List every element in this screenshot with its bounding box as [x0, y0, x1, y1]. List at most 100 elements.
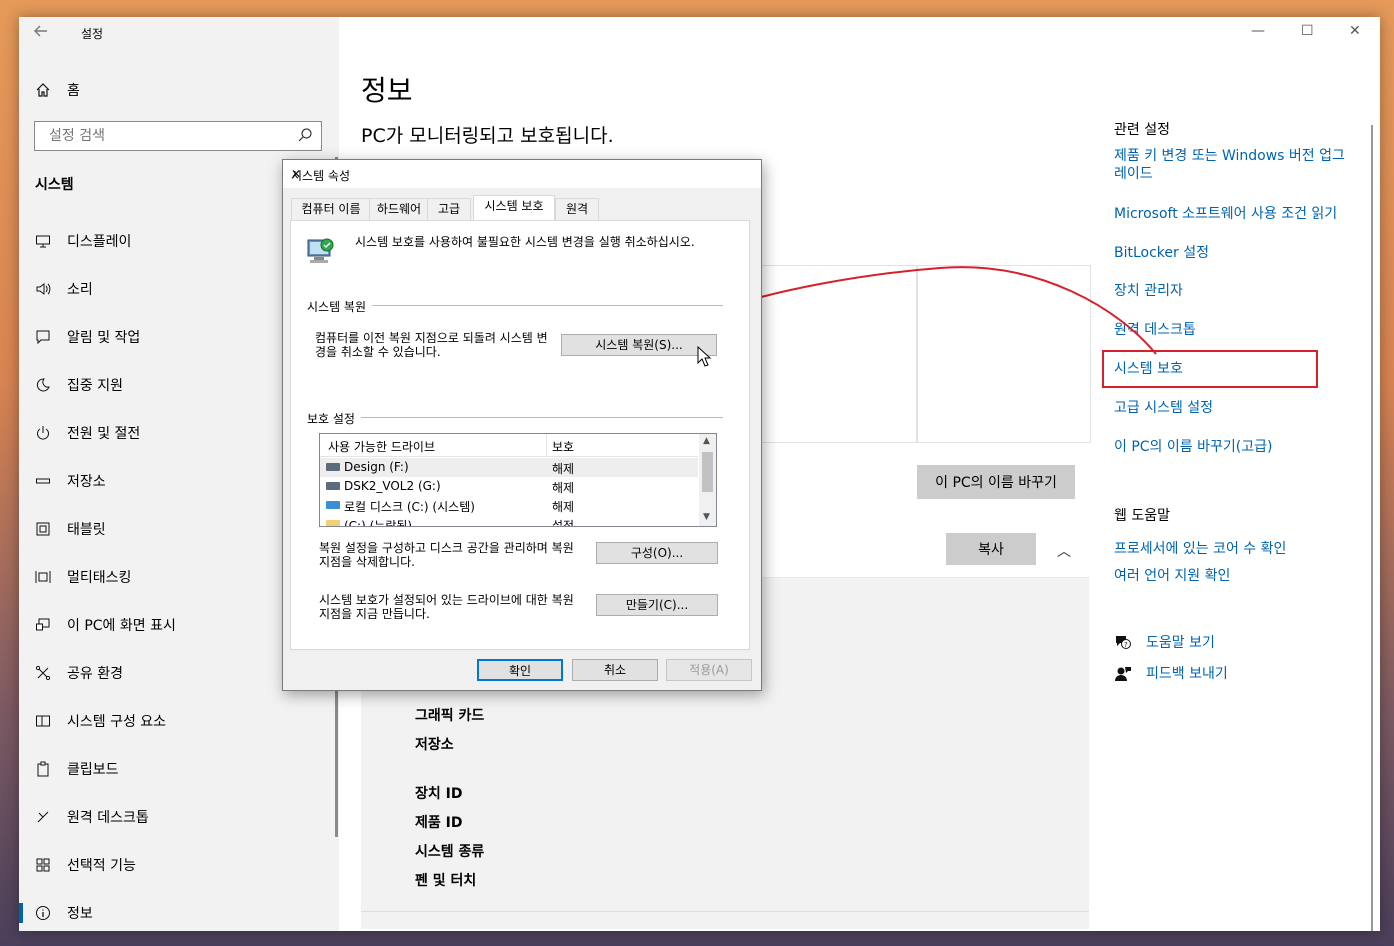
home-label: 홈 [67, 83, 80, 99]
sidebar-item-optional-features[interactable]: 선택적 기능 [19, 841, 339, 889]
power-icon [33, 423, 53, 443]
drives-list[interactable]: 사용 가능한 드라이브 보호 Design (F:) 해제 DSK2_VOL2 … [319, 433, 717, 527]
list-item[interactable]: DSK2_VOL2 (G:) 해제 [320, 477, 698, 496]
protection-group-title: 보호 설정 [307, 410, 361, 427]
sidebar-item-label: 디스플레이 [67, 234, 132, 250]
display-icon [33, 231, 53, 251]
drive-status: 해제 [552, 500, 575, 514]
main-scrollbar[interactable] [1371, 125, 1373, 931]
sidebar-item-label: 저장소 [67, 474, 106, 490]
feedback-icon [1114, 665, 1132, 687]
system-drive-icon [326, 501, 340, 509]
share-icon [33, 663, 53, 683]
list-item[interactable]: (C:) (누락됨) 설정 [320, 515, 698, 527]
web-help-heading: 웹 도움말 [1114, 508, 1170, 524]
configure-button[interactable]: 구성(O)... [596, 542, 718, 564]
tab-computer-name[interactable]: 컴퓨터 이름 [291, 198, 371, 220]
system-restore-button[interactable]: 시스템 복원(S)... [561, 334, 717, 356]
spec-label: 저장소 [415, 737, 454, 753]
remote-desktop-icon [33, 807, 53, 827]
section-header: 시스템 [35, 177, 74, 193]
close-icon[interactable]: ✕ [291, 167, 751, 181]
tab-remote[interactable]: 원격 [555, 198, 599, 220]
search-box[interactable] [34, 121, 322, 151]
divider [361, 911, 1089, 912]
sidebar-item-about[interactable]: 정보 [19, 889, 339, 931]
spec-label: 제품 ID [415, 815, 463, 831]
feedback-link[interactable]: 피드백 보내기 [1146, 665, 1228, 683]
components-icon [33, 711, 53, 731]
chevron-up-icon[interactable]: ︿ [1057, 541, 1071, 561]
spec-label: 시스템 종류 [415, 844, 485, 860]
system-restore-icon [305, 235, 337, 267]
storage-icon [33, 471, 53, 491]
divider [309, 417, 723, 418]
create-button[interactable]: 만들기(C)... [596, 594, 718, 616]
scroll-thumb[interactable] [702, 452, 713, 492]
sidebar-item-label: 클립보드 [67, 762, 119, 778]
configure-text: 복원 설정을 구성하고 디스크 공간을 관리하며 복원 지점을 삭제합니다. [319, 541, 574, 569]
web-help-link[interactable]: 프로세서에 있는 코어 수 확인 [1114, 540, 1286, 558]
list-item[interactable]: Design (F:) 해제 [320, 458, 698, 477]
back-arrow-icon[interactable] [33, 23, 53, 43]
dialog-titlebar: 시스템 속성 ✕ [283, 160, 761, 188]
related-link[interactable]: Microsoft 소프트웨어 사용 조건 읽기 [1114, 205, 1337, 223]
sidebar-item-home[interactable]: 홈 [33, 79, 80, 101]
drive-name: 로컬 디스크 (C:) (시스템) [344, 500, 475, 514]
ok-button[interactable]: 확인 [477, 659, 563, 681]
list-item[interactable]: 로컬 디스크 (C:) (시스템) 해제 [320, 496, 698, 515]
drive-status: 설정 [552, 519, 575, 527]
maximize-button[interactable]: ☐ [1301, 23, 1314, 39]
help-icon: ? [1114, 633, 1132, 655]
drive-status: 해제 [552, 481, 575, 495]
folder-icon [326, 520, 340, 526]
column-separator [546, 434, 547, 456]
search-icon[interactable] [297, 127, 313, 143]
rename-pc-button[interactable]: 이 PC의 이름 바꾸기 [917, 465, 1075, 499]
sidebar-item-remote-desktop[interactable]: 원격 데스크톱 [19, 793, 339, 841]
sidebar-item-label: 선택적 기능 [67, 858, 136, 874]
tab-advanced[interactable]: 고급 [427, 198, 471, 220]
home-icon [33, 80, 53, 100]
web-help-link[interactable]: 여러 언어 지원 확인 [1114, 567, 1230, 585]
apply-button[interactable]: 적용(A) [666, 659, 752, 681]
column-header[interactable]: 사용 가능한 드라이브 [328, 438, 435, 455]
search-input[interactable] [47, 122, 291, 150]
cancel-button[interactable]: 취소 [572, 659, 658, 681]
restore-text: 컴퓨터를 이전 복원 지점으로 되돌려 시스템 변경을 취소할 수 있습니다. [315, 331, 548, 359]
tablet-icon [33, 519, 53, 539]
annotation-arrow-icon [721, 266, 1157, 355]
drive-icon [326, 482, 340, 490]
spec-label: 그래픽 카드 [415, 708, 485, 724]
sidebar-item-label: 전원 및 절전 [67, 426, 141, 442]
mouse-cursor-icon [697, 345, 713, 371]
column-header[interactable]: 보호 [552, 438, 574, 455]
close-button[interactable]: ✕ [1349, 23, 1361, 39]
copy-button[interactable]: 복사 [946, 533, 1036, 565]
page-title: 정보 [361, 74, 413, 107]
spec-label: 장치 ID [415, 786, 463, 802]
scroll-up-icon[interactable]: ▲ [703, 436, 710, 446]
restore-group-title: 시스템 복원 [307, 298, 373, 315]
sidebar-item-label: 멀티태스킹 [67, 570, 132, 586]
tab-hardware[interactable]: 하드웨어 [369, 198, 429, 220]
system-properties-dialog: 시스템 속성 ✕ 컴퓨터 이름 하드웨어 고급 시스템 보호 원격 시스템 보호… [282, 159, 762, 691]
drive-name: Design (F:) [344, 460, 409, 474]
help-link[interactable]: 도움말 보기 [1146, 634, 1215, 652]
svg-text:?: ? [1124, 641, 1128, 649]
sound-icon [33, 279, 53, 299]
sidebar-item-clipboard[interactable]: 클립보드 [19, 745, 339, 793]
sidebar-item-label: 이 PC에 화면 표시 [67, 618, 176, 634]
scroll-down-icon[interactable]: ▼ [703, 512, 710, 522]
sidebar-item-components[interactable]: 시스템 구성 요소 [19, 697, 339, 745]
related-link[interactable]: 고급 시스템 설정 [1114, 399, 1213, 417]
related-link[interactable]: 이 PC의 이름 바꾸기(고급) [1114, 438, 1272, 456]
page-subtitle: PC가 모니터링되고 보호됩니다. [361, 125, 614, 147]
list-header: 사용 가능한 드라이브 보호 [320, 434, 698, 457]
related-link[interactable]: 제품 키 변경 또는 Windows 버전 업그레이드 [1114, 147, 1354, 183]
tab-system-protection[interactable]: 시스템 보호 [473, 195, 555, 221]
sidebar-item-label: 태블릿 [67, 522, 106, 538]
list-scrollbar[interactable]: ▲ ▼ [699, 434, 716, 526]
related-settings-heading: 관련 설정 [1114, 122, 1170, 138]
minimize-button[interactable]: — [1251, 23, 1265, 39]
